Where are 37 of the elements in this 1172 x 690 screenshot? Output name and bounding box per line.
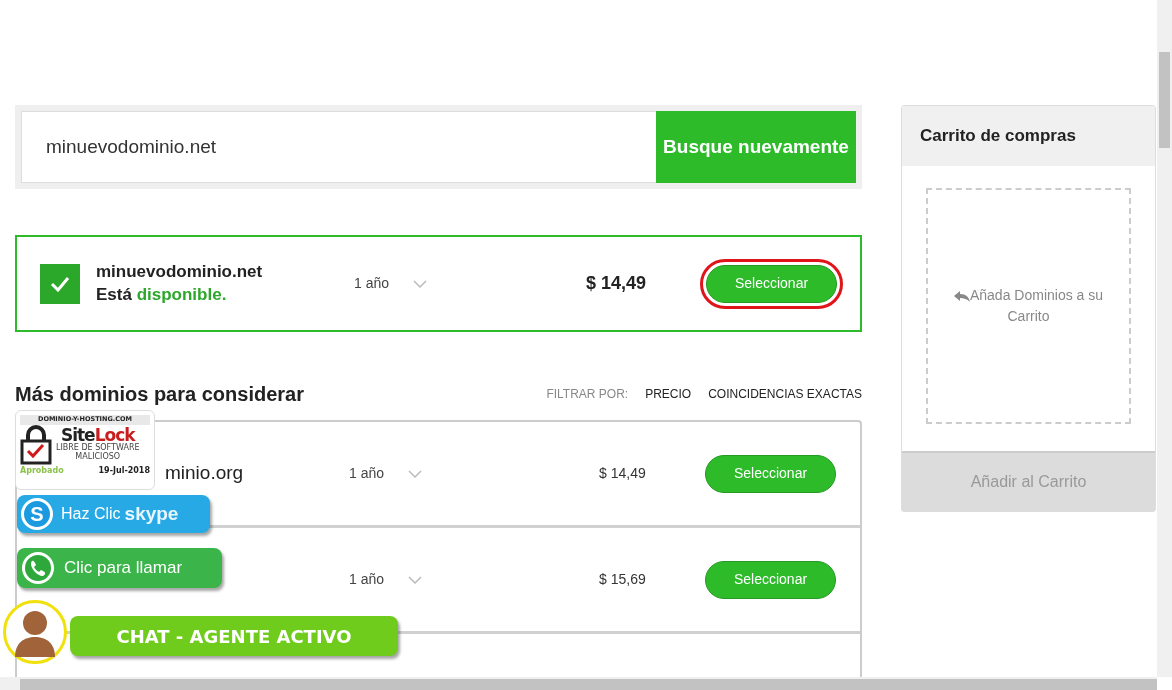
select-button[interactable]: Seleccionar: [705, 560, 836, 599]
select-button[interactable]: Seleccionar: [705, 454, 836, 493]
horizontal-scrollbar[interactable]: [0, 677, 1157, 690]
term-select[interactable]: 1 año: [349, 463, 385, 484]
price: $ 14,49: [599, 464, 646, 483]
vertical-scrollbar[interactable]: [1157, 0, 1172, 677]
filter-link[interactable]: COINCIDENCIAS EXACTAS: [708, 385, 862, 403]
scroll-thumb[interactable]: [20, 679, 1157, 690]
skype-icon: S: [21, 498, 53, 530]
section-title: Más dominios para considerar: [15, 382, 304, 407]
term-select[interactable]: 1 año: [354, 273, 390, 294]
term-select[interactable]: 1 año: [349, 569, 385, 590]
filter-label: FILTRAR POR:: [546, 386, 629, 403]
skype-logo: skype: [124, 501, 179, 526]
call-label: Clic para llamar: [64, 557, 183, 580]
padlock-icon: [20, 424, 52, 465]
approved-label: Aprobado: [20, 464, 64, 477]
badge-text: LIBRE DE SOFTWARE: [56, 444, 140, 453]
avatar-icon: [3, 600, 67, 664]
availability-status: Está disponible.: [96, 283, 228, 306]
search-field[interactable]: minuevodominio.net: [21, 111, 656, 183]
cart-hint: Añada Dominios a su Carrito: [948, 285, 1109, 327]
badge-text: MALICIOSO: [74, 453, 122, 463]
phone-icon: [20, 550, 56, 586]
price: $ 14,49: [585, 271, 646, 295]
approved-date: 19-Jul-2018: [98, 464, 150, 477]
skype-label: Haz Clic: [61, 504, 121, 524]
price: $ 15,69: [599, 570, 646, 589]
filter-link[interactable]: PRECIO: [645, 385, 692, 403]
chat-button[interactable]: CHAT - AGENTE ACTIVO: [70, 616, 398, 656]
domain-name: minio.org: [165, 462, 244, 484]
search-again-button[interactable]: Busque nuevamente: [656, 111, 856, 183]
scroll-thumb[interactable]: [1159, 52, 1170, 148]
domain-name: minuevodominio.net: [96, 261, 264, 284]
skype-call-button[interactable]: S Haz Clic skype: [17, 495, 210, 533]
call-button[interactable]: Clic para llamar: [17, 548, 222, 588]
cart-title: Carrito de compras: [902, 106, 1155, 166]
